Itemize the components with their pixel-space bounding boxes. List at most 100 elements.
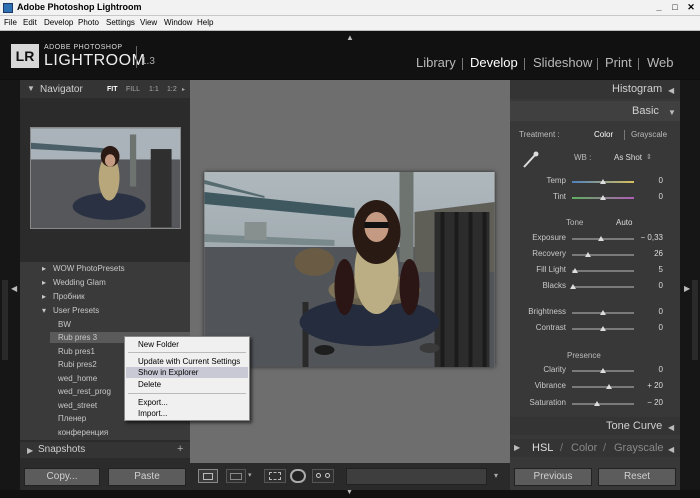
slider-thumb[interactable] — [606, 384, 613, 389]
color-tab[interactable]: Color — [571, 442, 597, 454]
menu-export[interactable]: Export... — [138, 398, 168, 407]
snapshots-expand-icon[interactable]: ▶ — [27, 446, 33, 455]
collapse-bottom-icon[interactable]: ▼ — [346, 489, 353, 496]
zoom-menu-icon[interactable]: ▸ — [182, 86, 185, 93]
preset-item[interactable]: Rubi pres2 — [58, 360, 97, 369]
slider-thumb[interactable] — [593, 401, 600, 406]
slider-thumb[interactable] — [600, 310, 606, 315]
grayscale-tab[interactable]: Grayscale — [614, 442, 664, 454]
menu-settings[interactable]: Settings — [106, 18, 135, 27]
minimize-icon[interactable]: _ — [652, 2, 666, 14]
folder-expand-icon[interactable]: ▸ — [42, 292, 46, 301]
treatment-color[interactable]: Color — [594, 130, 613, 139]
maximize-icon[interactable]: □ — [668, 2, 682, 14]
navigator-collapse-icon[interactable]: ▼ — [27, 84, 35, 93]
slider-thumb[interactable] — [572, 268, 579, 273]
slider-value[interactable]: 5 — [633, 265, 663, 274]
folder-expand-icon[interactable]: ▸ — [42, 278, 46, 287]
before-after-dropdown-icon[interactable]: ▾ — [248, 471, 252, 479]
slider-value[interactable]: − 20 — [633, 398, 663, 407]
slider-value[interactable]: 0 — [633, 176, 663, 185]
module-develop[interactable]: Develop — [470, 55, 518, 70]
menu-delete[interactable]: Delete — [138, 380, 161, 389]
slider-thumb[interactable] — [597, 236, 604, 241]
preset-item[interactable]: Пленер — [58, 414, 86, 423]
module-print[interactable]: Print — [605, 55, 632, 70]
menu-import[interactable]: Import... — [138, 409, 167, 418]
menu-file[interactable]: File — [4, 18, 17, 27]
slider-value[interactable]: 0 — [633, 323, 663, 332]
reset-button[interactable]: Reset — [598, 468, 676, 486]
slider-value[interactable]: 26 — [633, 249, 663, 258]
slider-track[interactable] — [572, 270, 634, 272]
module-library[interactable]: Library — [416, 55, 456, 70]
preset-item[interactable]: BW — [58, 320, 71, 329]
slider-thumb[interactable] — [600, 179, 606, 184]
slider-thumb[interactable] — [600, 195, 606, 200]
slider-thumb[interactable] — [600, 326, 606, 331]
slider-value[interactable]: 0 — [633, 281, 663, 290]
close-icon[interactable]: ✕ — [684, 2, 698, 14]
collapse-right-icon[interactable]: ▶ — [684, 284, 690, 293]
menu-view[interactable]: View — [140, 18, 157, 27]
module-web[interactable]: Web — [647, 55, 674, 70]
collapse-left-icon[interactable]: ◀ — [11, 284, 17, 293]
preset-folder[interactable]: WOW PhotoPresets — [53, 264, 125, 273]
preset-item-selected[interactable]: Rub pres 3 — [58, 333, 97, 342]
slider-thumb[interactable] — [570, 284, 577, 289]
spot-removal-icon[interactable] — [290, 469, 306, 483]
preset-item[interactable]: конференция — [58, 428, 108, 437]
histogram-expand-icon[interactable]: ◀ — [668, 86, 674, 95]
previous-button[interactable]: Previous — [514, 468, 592, 486]
slider-value[interactable]: 0 — [633, 365, 663, 374]
slider-thumb[interactable] — [585, 252, 592, 257]
basic-collapse-icon[interactable]: ▼ — [668, 108, 676, 117]
menu-update-with-current-settings[interactable]: Update with Current Settings — [138, 357, 240, 366]
module-slideshow[interactable]: Slideshow — [533, 55, 592, 70]
hsl-tab[interactable]: HSL — [532, 442, 553, 454]
slider-thumb[interactable] — [600, 368, 606, 373]
menu-edit[interactable]: Edit — [23, 18, 37, 27]
zoom-fill[interactable]: FILL — [126, 86, 140, 93]
hsl-collapse-icon[interactable]: ◀ — [668, 445, 674, 454]
slider-value[interactable]: 0 — [633, 307, 663, 316]
toolbar-content-field[interactable] — [346, 468, 487, 485]
menu-show-in-explorer[interactable]: Show in Explorer — [138, 368, 198, 377]
zoom-fit[interactable]: FIT — [107, 86, 118, 93]
toolbar-menu-icon[interactable]: ▾ — [494, 471, 498, 480]
menu-develop[interactable]: Develop — [44, 18, 73, 27]
hsl-expand-icon[interactable]: ▶ — [514, 443, 520, 452]
menu-window[interactable]: Window — [164, 18, 192, 27]
paste-button[interactable]: Paste — [108, 468, 186, 486]
zoom-1-2[interactable]: 1:2 — [167, 86, 177, 93]
slider-value[interactable]: 0 — [633, 192, 663, 201]
slider-track[interactable] — [572, 403, 634, 405]
preset-item[interactable]: wed_home — [58, 374, 97, 383]
collapse-top-icon[interactable]: ▲ — [346, 33, 354, 42]
preset-folder[interactable]: Пробник — [53, 292, 85, 301]
menu-photo[interactable]: Photo — [78, 18, 99, 27]
tone-auto-button[interactable]: Auto — [616, 218, 632, 227]
zoom-1-1[interactable]: 1:1 — [149, 86, 159, 93]
wb-eyedropper-icon[interactable] — [520, 150, 540, 170]
slider-value[interactable]: + 20 — [633, 381, 663, 390]
menu-help[interactable]: Help — [197, 18, 213, 27]
menu-new-folder[interactable]: New Folder — [138, 340, 179, 349]
folder-expand-icon[interactable]: ▸ — [42, 264, 46, 273]
treatment-grayscale[interactable]: Grayscale — [631, 130, 667, 139]
preset-item[interactable]: Rub pres1 — [58, 347, 95, 356]
preset-item[interactable]: wed_street — [58, 401, 97, 410]
right-scrollbar[interactable] — [692, 280, 698, 360]
preset-item[interactable]: wed_rest_prog — [58, 387, 111, 396]
navigator-preview[interactable] — [30, 127, 181, 229]
preset-folder[interactable]: Wedding Glam — [53, 278, 106, 287]
slider-track[interactable] — [572, 286, 634, 288]
folder-collapse-icon[interactable]: ▾ — [42, 306, 46, 315]
copy-button[interactable]: Copy... — [24, 468, 100, 486]
slider-track[interactable] — [572, 254, 634, 256]
tone-curve-expand-icon[interactable]: ◀ — [668, 423, 674, 432]
left-scrollbar[interactable] — [2, 280, 8, 360]
slider-value[interactable]: − 0,33 — [633, 233, 663, 242]
preset-folder[interactable]: User Presets — [53, 306, 99, 315]
wb-dropdown-icon[interactable]: ⇕ — [646, 153, 652, 161]
